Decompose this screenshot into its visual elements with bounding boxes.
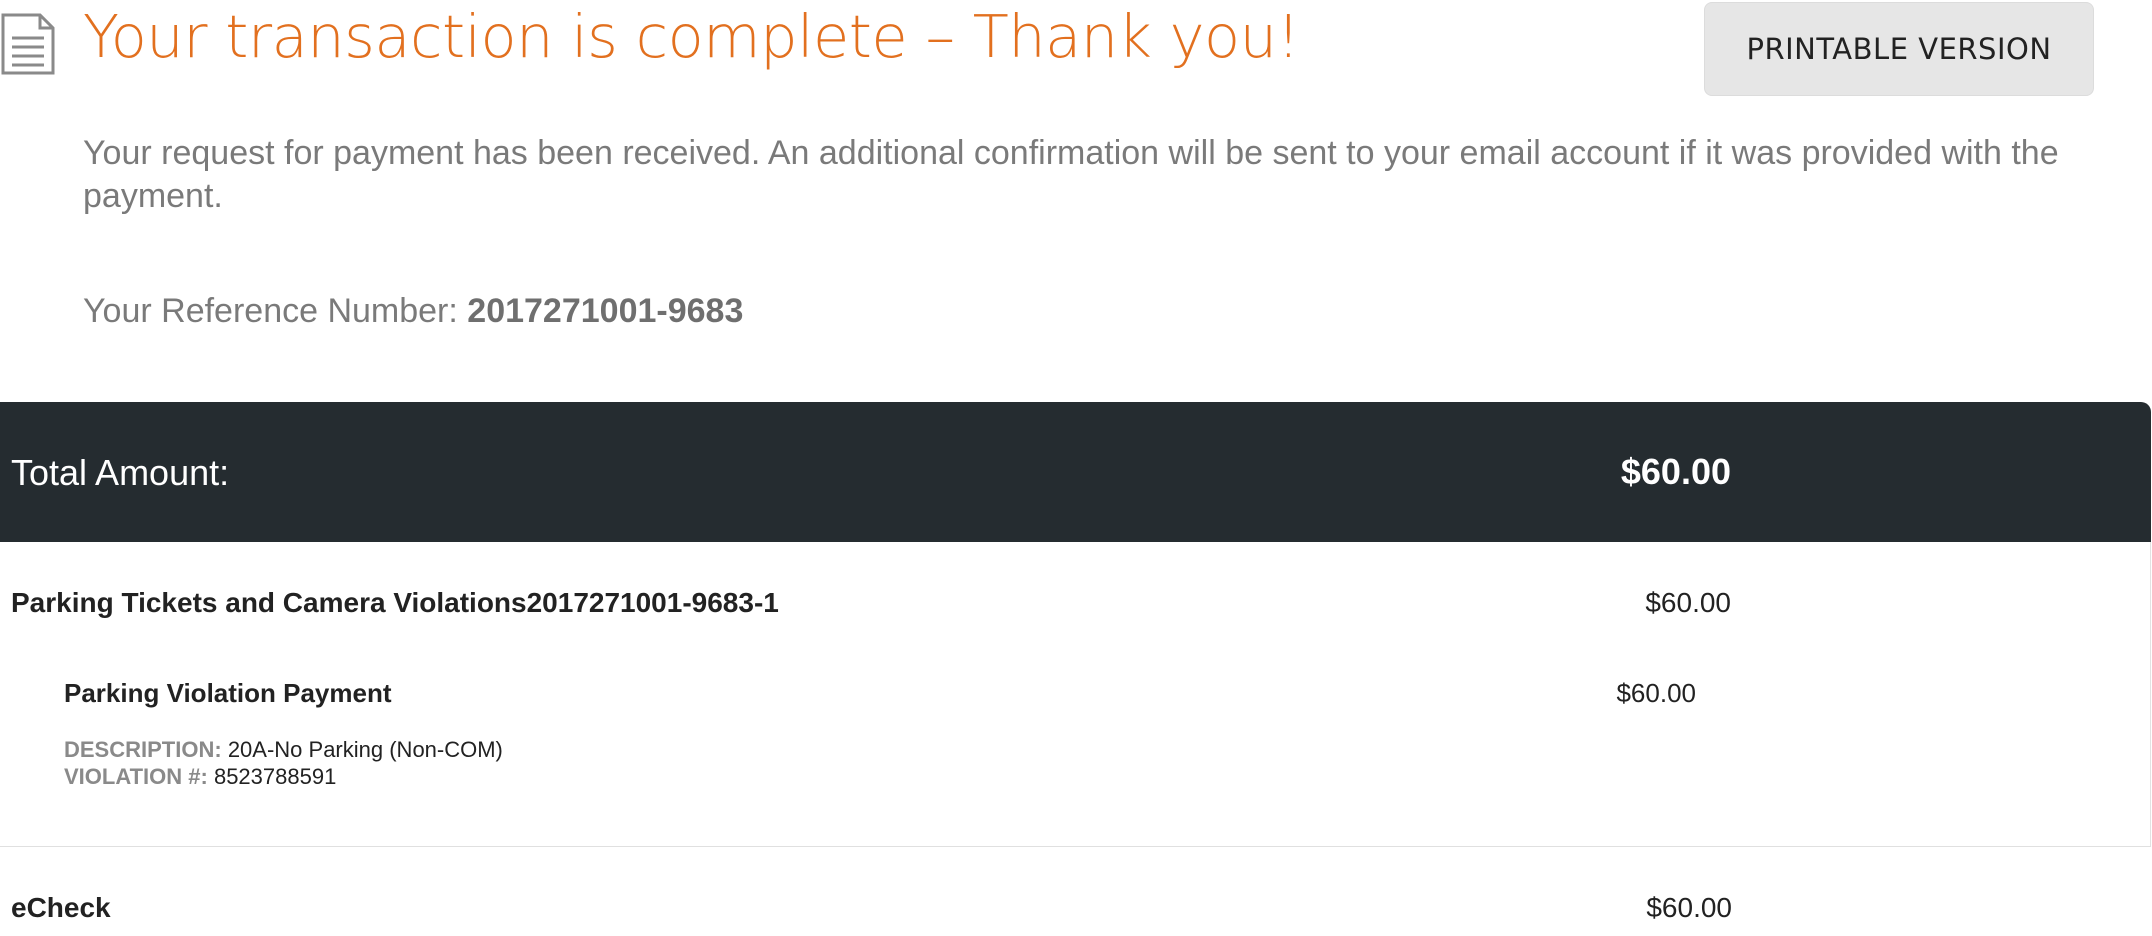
- violation-row: VIOLATION #: 8523788591: [64, 763, 336, 790]
- total-amount-label: Total Amount:: [11, 452, 230, 493]
- divider: [0, 846, 2151, 847]
- payment-method: eCheck: [11, 892, 111, 923]
- page-title: Your transaction is complete – Thank you…: [83, 2, 1300, 71]
- payment-amount: $60.00: [1646, 892, 1732, 923]
- sub-item-title: Parking Violation Payment: [64, 678, 392, 708]
- reference-value: 2017271001-9683: [467, 292, 744, 330]
- line-item-title: Parking Tickets and Camera Violations201…: [11, 587, 779, 618]
- description-value: 20A-No Parking (Non-COM): [227, 737, 503, 762]
- sub-item-amount: $60.00: [1616, 678, 1696, 708]
- description-label: DESCRIPTION:: [64, 737, 222, 762]
- total-amount-value: $60.00: [1620, 451, 1731, 492]
- reference-label: Your Reference Number:: [83, 292, 458, 330]
- violation-label: VIOLATION #:: [64, 764, 208, 789]
- description-row: DESCRIPTION: 20A-No Parking (Non-COM): [64, 736, 503, 763]
- line-item: Parking Tickets and Camera Violations201…: [0, 542, 2151, 846]
- printable-version-button[interactable]: PRINTABLE VERSION: [1704, 2, 2094, 96]
- document-icon: [0, 12, 56, 76]
- line-item-amount: $60.00: [1645, 587, 1731, 618]
- confirmation-message: Your request for payment has been receiv…: [83, 134, 2059, 215]
- violation-value: 8523788591: [213, 764, 337, 789]
- reference-number: Your Reference Number: 2017271001-9683: [83, 290, 743, 332]
- total-amount-bar: Total Amount: $60.00: [0, 402, 2151, 542]
